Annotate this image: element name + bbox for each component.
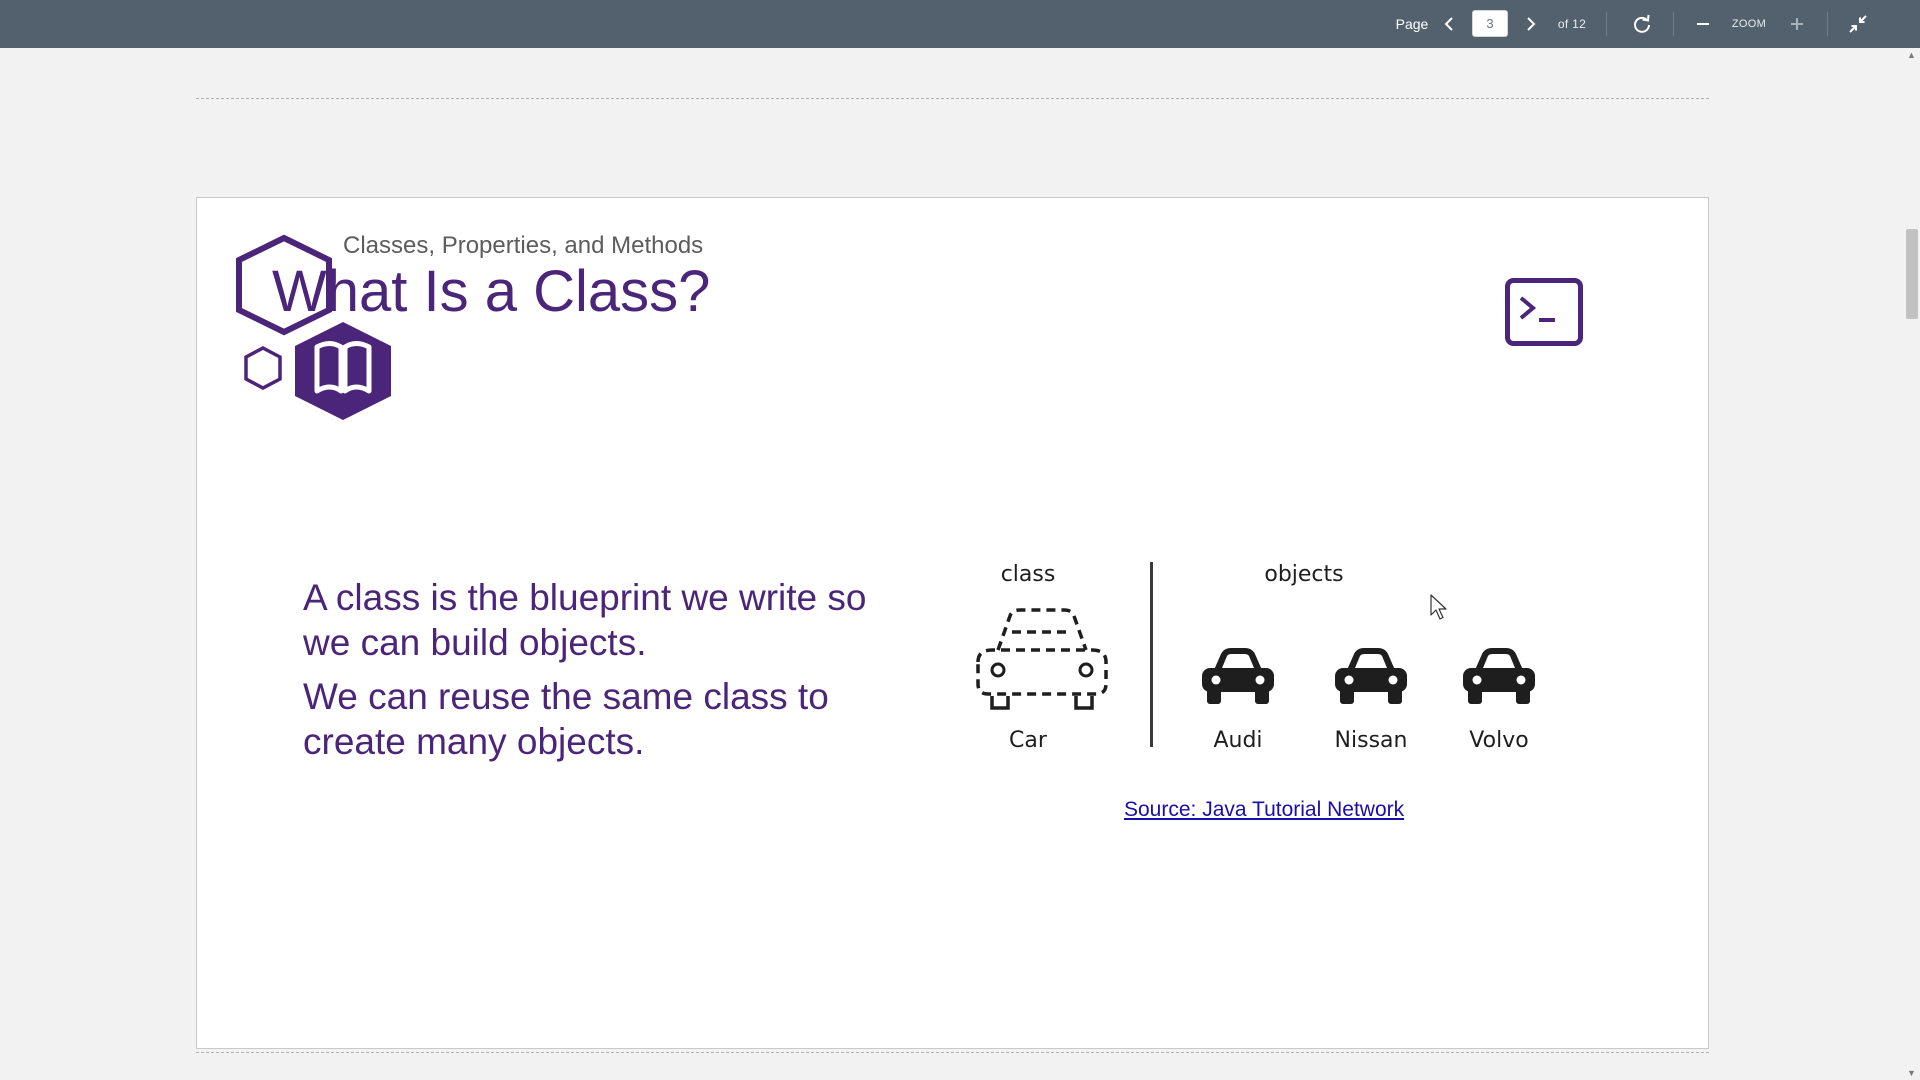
chevron-right-icon: [1527, 17, 1536, 31]
zoom-in-button[interactable]: [1784, 0, 1810, 48]
terminal-icon: [1505, 278, 1583, 346]
car-icon: [1335, 648, 1407, 704]
toolbar-divider: [1673, 12, 1674, 36]
page-separator: [196, 98, 1709, 99]
total-pages-label: of 12: [1557, 17, 1587, 31]
chevron-left-icon: [1444, 17, 1453, 31]
page-number-input[interactable]: [1472, 10, 1508, 37]
page-label: Page: [1395, 16, 1429, 32]
pdf-toolbar: Page of 12 ZOOM: [0, 0, 1920, 48]
page-separator: [196, 1052, 1709, 1053]
class-objects-diagram: class objects Car Audi Nissan Volvo: [972, 562, 1535, 762]
plus-icon: [1791, 18, 1803, 30]
previous-page-button[interactable]: [1436, 0, 1462, 48]
collapse-icon: [1849, 15, 1867, 33]
car-icon: [1202, 648, 1274, 704]
scroll-up-arrow-icon[interactable]: ▲: [1907, 50, 1916, 60]
diagram-divider: [1150, 562, 1153, 747]
zoom-out-button[interactable]: [1690, 0, 1716, 48]
car-icon: [1463, 648, 1535, 704]
objects-heading: objects: [1264, 562, 1344, 587]
rotate-icon: [1634, 14, 1650, 33]
object-label: Nissan: [1334, 728, 1408, 753]
scrollbar-thumb[interactable]: [1906, 229, 1918, 319]
rotate-button[interactable]: [1628, 0, 1656, 48]
source-link[interactable]: Source: Java Tutorial Network: [1124, 798, 1404, 822]
vertical-scrollbar[interactable]: ▲ ▼: [1902, 48, 1920, 1080]
car-outline-icon: [976, 608, 1108, 710]
toolbar-divider: [1827, 12, 1828, 36]
document-viewer[interactable]: Classes, Properties, and Methods What Is…: [0, 48, 1920, 1080]
class-heading: class: [1000, 562, 1056, 587]
object-label: Audi: [1213, 728, 1263, 753]
exit-fullscreen-button[interactable]: [1844, 0, 1872, 48]
slide-subtitle: Classes, Properties, and Methods: [343, 232, 704, 259]
class-name-label: Car: [1009, 728, 1047, 753]
slide-paragraph: A class is the blueprint we write so we …: [303, 577, 867, 663]
next-page-button[interactable]: [1518, 0, 1544, 48]
slide-page: Classes, Properties, and Methods What Is…: [196, 197, 1709, 1049]
slide-paragraph: We can reuse the same class to create ma…: [303, 676, 829, 762]
toolbar-divider: [1606, 12, 1607, 36]
mouse-cursor-icon: [1430, 594, 1447, 620]
scroll-down-arrow-icon[interactable]: ▼: [1907, 1068, 1916, 1078]
minus-icon: [1697, 23, 1709, 25]
object-label: Volvo: [1469, 728, 1529, 753]
zoom-label: ZOOM: [1731, 18, 1767, 30]
slide-title: What Is a Class?: [272, 259, 711, 324]
